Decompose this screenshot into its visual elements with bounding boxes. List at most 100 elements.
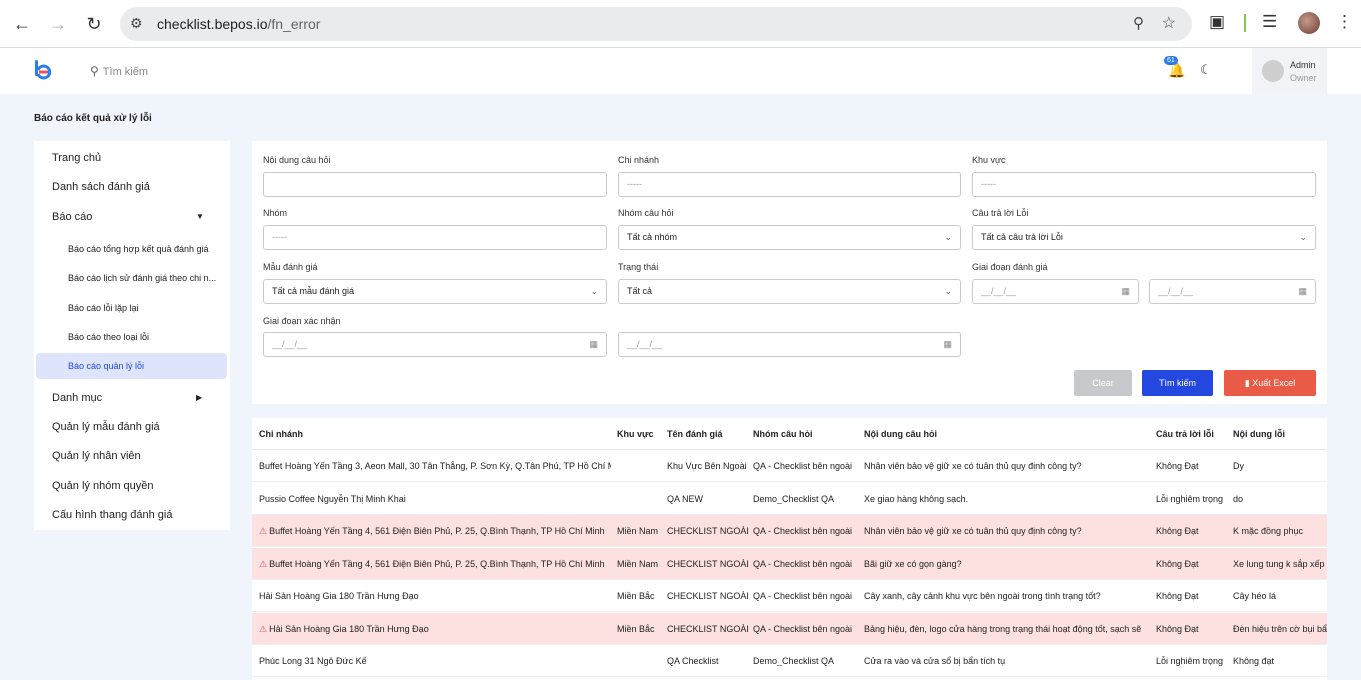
column-header-error-content[interactable]: Nội dung lỗi bbox=[1233, 429, 1285, 439]
cell-question-group: QA - Checklist bên ngoài bbox=[753, 559, 859, 569]
error-answer-select[interactable]: Tất cả câu trả lời Lỗi ⌄ bbox=[972, 225, 1316, 250]
area-select[interactable]: ----- bbox=[972, 172, 1316, 197]
search-placeholder: Tìm kiếm bbox=[102, 66, 149, 78]
cell-branch-text: Hải Sản Hoàng Gia 180 Trần Hưng Đạo bbox=[269, 623, 429, 634]
cell-error-content-text: K mặc đồng phục bbox=[1233, 526, 1304, 536]
sidebar-item-home[interactable]: Trang chủ bbox=[52, 152, 101, 164]
profile-avatar[interactable] bbox=[1298, 12, 1320, 34]
cell-error-answer: Không Đạt bbox=[1156, 591, 1228, 601]
cell-area: Miền Nam bbox=[617, 526, 663, 536]
cell-question-group-text: QA - Checklist bên ngoài bbox=[753, 623, 853, 634]
template-label: Mẫu đánh giá bbox=[263, 262, 318, 272]
sidebar-item-catalog[interactable]: Danh mục bbox=[52, 392, 102, 404]
site-settings-icon[interactable]: ⚙ bbox=[130, 15, 143, 32]
cell-question-group-text: QA - Checklist bên ngoài bbox=[753, 591, 853, 601]
column-header-error-answer[interactable]: Câu trả lời lỗi bbox=[1156, 429, 1214, 439]
caret-right-icon[interactable]: ▶ bbox=[196, 393, 202, 402]
column-header-evaluation-name[interactable]: Tên đánh giá bbox=[667, 429, 723, 439]
browser-toolbar: ← → ↻ ⚙ checklist.bepos.io/fn_error ⚲ ☆ … bbox=[0, 0, 1361, 48]
warning-icon: ⚠ bbox=[259, 558, 268, 569]
export-excel-button[interactable]: ▮ Xuất Excel bbox=[1224, 370, 1316, 396]
date-placeholder: __/__/__ bbox=[981, 286, 1017, 296]
cell-question-content: Cây xanh, cây cảnh khu vực bên ngoài tro… bbox=[864, 591, 1150, 601]
search-button[interactable]: Tìm kiếm bbox=[1142, 370, 1213, 396]
cell-branch: ⚠ Buffet Hoàng Yến Tầng 4, 561 Điện Biên … bbox=[259, 526, 611, 537]
cell-error-content: K mặc đồng phục bbox=[1233, 526, 1327, 536]
cell-question-content: Xe giao hàng không sạch. bbox=[864, 494, 1150, 504]
evaluation-start-date[interactable]: __/__/__ ▦ bbox=[972, 279, 1139, 304]
sidebar-item-staff[interactable]: Quản lý nhân viên bbox=[52, 450, 141, 462]
sidebar-item-evaluations[interactable]: Danh sách đánh giá bbox=[52, 181, 150, 193]
cell-evaluation-name: CHECKLIST NGOÀI bbox=[667, 526, 749, 536]
cell-evaluation-name: QA NEW bbox=[667, 494, 749, 504]
sidebar-item-templates[interactable]: Quản lý mẫu đánh giá bbox=[52, 421, 160, 433]
cell-evaluation-name-text: CHECKLIST NGOÀI bbox=[667, 623, 749, 634]
user-menu[interactable]: Admin Owner bbox=[1252, 48, 1327, 94]
confirmation-end-date[interactable]: __/__/__ ▦ bbox=[618, 332, 961, 357]
media-control-icon[interactable]: ☰ bbox=[1262, 12, 1277, 32]
sidebar-subitem-error-type-report[interactable]: Báo cáo theo loại lỗi bbox=[68, 332, 218, 342]
branch-placeholder: ----- bbox=[627, 179, 642, 189]
browser-menu-icon[interactable]: ⋮ bbox=[1336, 12, 1353, 32]
sidebar-subitem-summary-report[interactable]: Báo cáo tổng hợp kết quả đánh giá bbox=[68, 244, 218, 254]
bookmark-star-icon[interactable]: ☆ bbox=[1162, 13, 1176, 33]
question-content-input[interactable] bbox=[263, 172, 607, 197]
cell-error-content: Không đạt bbox=[1233, 656, 1327, 666]
template-select[interactable]: Tất cả mẫu đánh giá ⌄ bbox=[263, 279, 607, 304]
table-row[interactable]: Phúc Long 31 Ngô Đức Kế QA Checklist Demo_… bbox=[252, 645, 1327, 677]
cell-error-content-text: Xe lung tung k sắp xếp bbox=[1233, 558, 1325, 569]
cell-question-group-text: QA - Checklist bên ngoài bbox=[753, 558, 853, 569]
question-group-select[interactable]: Tất cả nhóm ⌄ bbox=[618, 225, 961, 250]
global-search[interactable]: ⚲ Tìm kiếm bbox=[90, 64, 148, 78]
sidebar-item-rating-scale[interactable]: Cấu hình thang đánh giá bbox=[52, 509, 173, 521]
caret-down-icon[interactable]: ▼ bbox=[196, 212, 204, 221]
column-header-question-group[interactable]: Nhóm câu hỏi bbox=[753, 429, 813, 439]
question-content-label: Nội dung câu hỏi bbox=[263, 155, 331, 165]
zoom-icon[interactable]: ⚲ bbox=[1133, 14, 1144, 32]
status-select[interactable]: Tất cả ⌄ bbox=[618, 279, 961, 304]
filter-panel: Nội dung câu hỏi Chi nhánh ----- Khu vực… bbox=[252, 141, 1327, 404]
date-placeholder: __/__/__ bbox=[272, 339, 308, 349]
cell-question-group: QA - Checklist bên ngoài bbox=[753, 591, 859, 601]
sidebar-item-reports[interactable]: Báo cáo bbox=[52, 211, 92, 223]
sidebar-subitem-repeat-error-report[interactable]: Báo cáo lỗi lặp lại bbox=[68, 303, 218, 313]
cell-branch: ⚠ Hải Sản Hoàng Gia 180 Trần Hưng Đạo bbox=[259, 624, 611, 635]
cell-branch: Phúc Long 31 Ngô Đức Kế bbox=[259, 656, 611, 666]
extensions-icon[interactable]: ▣ bbox=[1209, 12, 1225, 32]
back-icon[interactable]: ← bbox=[10, 12, 34, 36]
cell-error-content: Đèn hiệu trên cờ bụi bẩn bbox=[1233, 624, 1327, 634]
clear-button[interactable]: Clear bbox=[1074, 370, 1132, 396]
cell-branch: Hải Sản Hoàng Gia 180 Trần Hưng Đạo bbox=[259, 591, 611, 601]
address-bar[interactable]: ⚙ checklist.bepos.io/fn_error ⚲ ☆ bbox=[120, 7, 1192, 41]
cell-question-content-text: Cây xanh, cây cảnh khu vực bên ngoài tro… bbox=[864, 591, 1101, 601]
branch-select[interactable]: ----- bbox=[618, 172, 961, 197]
dark-mode-icon[interactable]: ☾ bbox=[1200, 62, 1212, 78]
sidebar-item-roles[interactable]: Quản lý nhóm quyền bbox=[52, 480, 154, 492]
column-header-area[interactable]: Khu vực bbox=[617, 429, 654, 439]
evaluation-end-date[interactable]: __/__/__ ▦ bbox=[1149, 279, 1316, 304]
url-text: checklist.bepos.io/fn_error bbox=[157, 16, 321, 32]
cell-error-answer-text: Không Đạt bbox=[1156, 558, 1199, 569]
sidebar-subitem-error-management-report[interactable]: Báo cáo quản lý lỗi bbox=[68, 361, 218, 371]
forward-icon[interactable]: → bbox=[46, 12, 70, 36]
reload-icon[interactable]: ↻ bbox=[82, 12, 106, 36]
column-header-branch[interactable]: Chi nhánh bbox=[259, 429, 303, 439]
confirmation-start-date[interactable]: __/__/__ ▦ bbox=[263, 332, 607, 357]
table-row[interactable]: ⚠ Buffet Hoàng Yến Tầng 4, 561 Điện Biên … bbox=[252, 515, 1327, 547]
cell-error-answer: Lỗi nghiêm trọng bbox=[1156, 656, 1228, 666]
table-row[interactable]: ⚠ Hải Sản Hoàng Gia 180 Trần Hưng Đạo Miền… bbox=[252, 612, 1327, 645]
cell-error-content-text: Cây héo lá bbox=[1233, 591, 1277, 601]
notification-bell-icon[interactable]: 🔔 61 bbox=[1164, 56, 1185, 79]
table-row[interactable]: Buffet Hoàng Yến Tầng 3, Aeon Mall, 30 T… bbox=[252, 450, 1327, 482]
cell-question-group: QA - Checklist bên ngoài bbox=[753, 624, 859, 634]
group-select[interactable]: ----- bbox=[263, 225, 607, 250]
table-row[interactable]: Hải Sản Hoàng Gia 180 Trần Hưng Đạo Miền … bbox=[252, 580, 1327, 612]
table-row[interactable]: ⚠ Buffet Hoàng Yến Tầng 4, 561 Điện Biên … bbox=[252, 547, 1327, 580]
column-header-question-content[interactable]: Nội dung câu hỏi bbox=[864, 429, 937, 439]
cell-area-text: Miền Bắc bbox=[617, 623, 655, 634]
sidebar-subitem-history-report[interactable]: Báo cáo lịch sử đánh giá theo chi n... bbox=[68, 273, 218, 283]
cell-evaluation-name-text: QA NEW bbox=[667, 493, 704, 504]
bepos-logo[interactable] bbox=[34, 60, 52, 80]
table-row[interactable]: Pussio Coffee Nguyễn Thị Minh Khai QA NEW… bbox=[252, 483, 1327, 515]
cell-error-answer: Lỗi nghiêm trọng bbox=[1156, 494, 1228, 504]
